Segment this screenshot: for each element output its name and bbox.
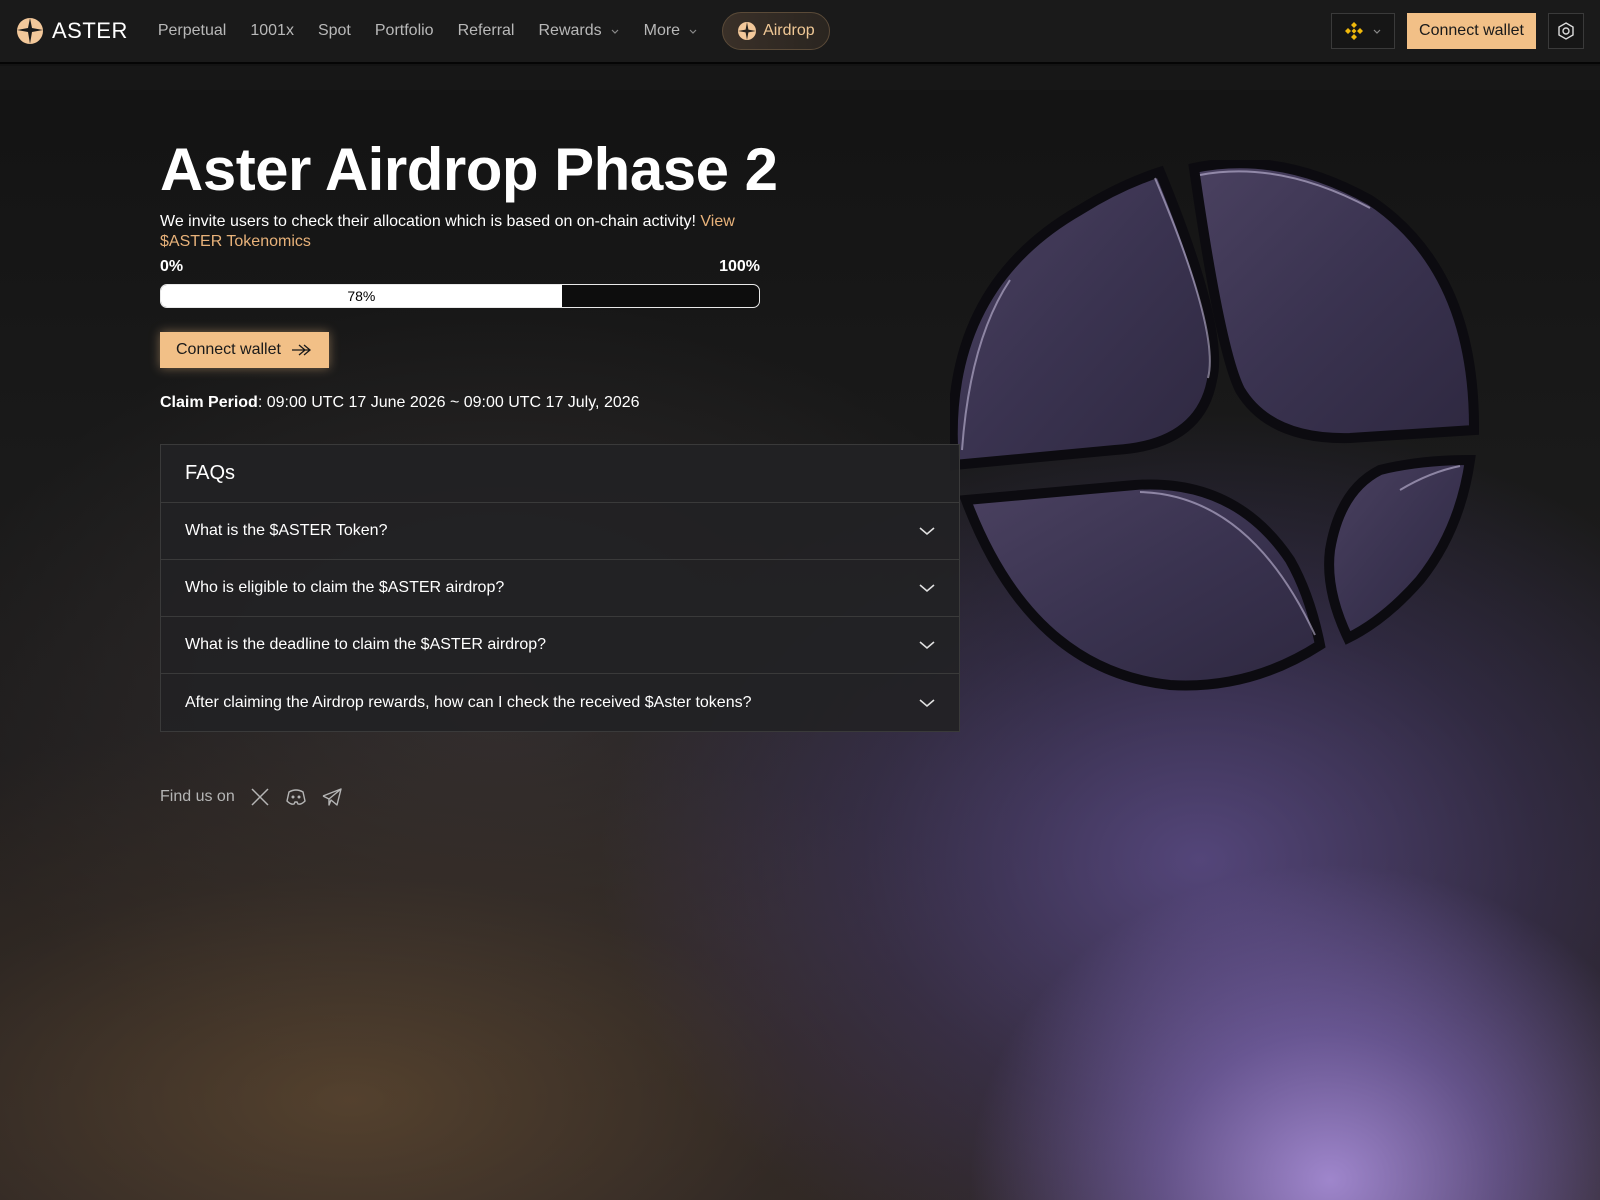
sub-header-strip [0,66,1600,90]
discord-icon[interactable] [285,786,307,808]
progress-labels: 0% 100% [160,258,760,276]
nav-referral-label: Referral [457,22,515,39]
nav-rewards-label: Rewards [538,22,602,39]
aster-airdrop-icon [738,22,757,40]
chain-selector[interactable] [1331,13,1396,49]
chevron-down-icon [611,29,619,34]
nav-perpetual-label: Perpetual [157,22,227,39]
nav-1001x-label: 1001x [250,22,294,39]
faq-question: After claiming the Airdrop rewards, how … [185,693,752,711]
nav-rewards[interactable]: Rewards [538,22,619,40]
x-icon[interactable] [249,786,271,808]
main-nav: Perpetual 1001x Spot Portfolio Referral … [158,0,830,63]
claim-progress-bar: 78% [160,284,760,308]
chevron-down-icon [919,584,935,593]
nav-portfolio-label: Portfolio [374,22,434,39]
settings-button[interactable] [1548,13,1584,49]
chevron-down-icon [919,641,935,650]
chevron-down-icon [919,698,935,707]
faq-item[interactable]: Who is eligible to claim the $ASTER aird… [161,560,959,617]
progress-max-label: 100% [719,258,760,275]
find-us-label: Find us on [160,788,235,805]
arrow-right-icon [291,344,311,356]
social-links: Find us on [160,786,960,808]
telegram-icon[interactable] [321,786,343,808]
nav-1001x[interactable]: 1001x [250,22,294,40]
nav-spot-label: Spot [317,22,351,39]
airdrop-main: Aster Airdrop Phase 2 We invite users to… [160,134,960,808]
chevron-down-icon [1373,29,1381,34]
page-title: Aster Airdrop Phase 2 [160,136,778,203]
intro-text: We invite users to check their allocatio… [160,212,760,252]
chevron-down-icon [689,29,697,34]
intro-description: We invite users to check their allocatio… [160,213,696,230]
brand-name: ASTER [52,18,128,43]
faq-question: What is the deadline to claim the $ASTER… [185,636,547,653]
claim-period-label: Claim Period [160,394,258,411]
nav-spot[interactable]: Spot [318,22,351,40]
progress-fill: 78% [161,285,562,307]
connect-wallet-button[interactable]: Connect wallet [160,332,329,368]
faq-question: Who is eligible to claim the $ASTER aird… [185,579,505,596]
aster-logo-icon [17,18,43,44]
connect-wallet-button-header[interactable]: Connect wallet [1407,13,1536,49]
airdrop-page: ASTER Perpetual 1001x Spot Portfolio Ref… [0,0,1600,1200]
nav-more-label: More [643,22,681,39]
faq-item[interactable]: What is the $ASTER Token? [161,503,959,560]
header-actions: Connect wallet [1331,13,1584,49]
nav-perpetual[interactable]: Perpetual [158,22,227,40]
settings-icon [1558,22,1574,40]
claim-period-value: : 09:00 UTC 17 June 2026 ~ 09:00 UTC 17 … [257,394,640,411]
chevron-down-icon [919,527,935,536]
nav-more[interactable]: More [644,22,698,40]
nav-airdrop[interactable]: Airdrop [722,12,830,50]
faq-item[interactable]: What is the deadline to claim the $ASTER… [161,617,959,674]
connect-wallet-label: Connect wallet [176,341,281,358]
progress-value-label: 78% [347,288,376,304]
aster-emblem-graphic [950,160,1480,691]
faq-item[interactable]: After claiming the Airdrop rewards, how … [161,674,959,731]
bnb-chain-icon [1345,22,1364,40]
nav-referral[interactable]: Referral [458,22,515,40]
faq-panel: FAQs What is the $ASTER Token? Who is el… [160,444,960,732]
nav-portfolio[interactable]: Portfolio [375,22,434,40]
faq-question: What is the $ASTER Token? [185,522,388,539]
nav-airdrop-label: Airdrop [763,22,815,39]
claim-period: Claim Period: 09:00 UTC 17 June 2026 ~ 0… [160,394,960,412]
top-nav-bar: ASTER Perpetual 1001x Spot Portfolio Ref… [0,0,1600,64]
brand-logo[interactable]: ASTER [16,17,128,45]
progress-min-label: 0% [160,258,184,275]
faq-title: FAQs [161,445,959,503]
